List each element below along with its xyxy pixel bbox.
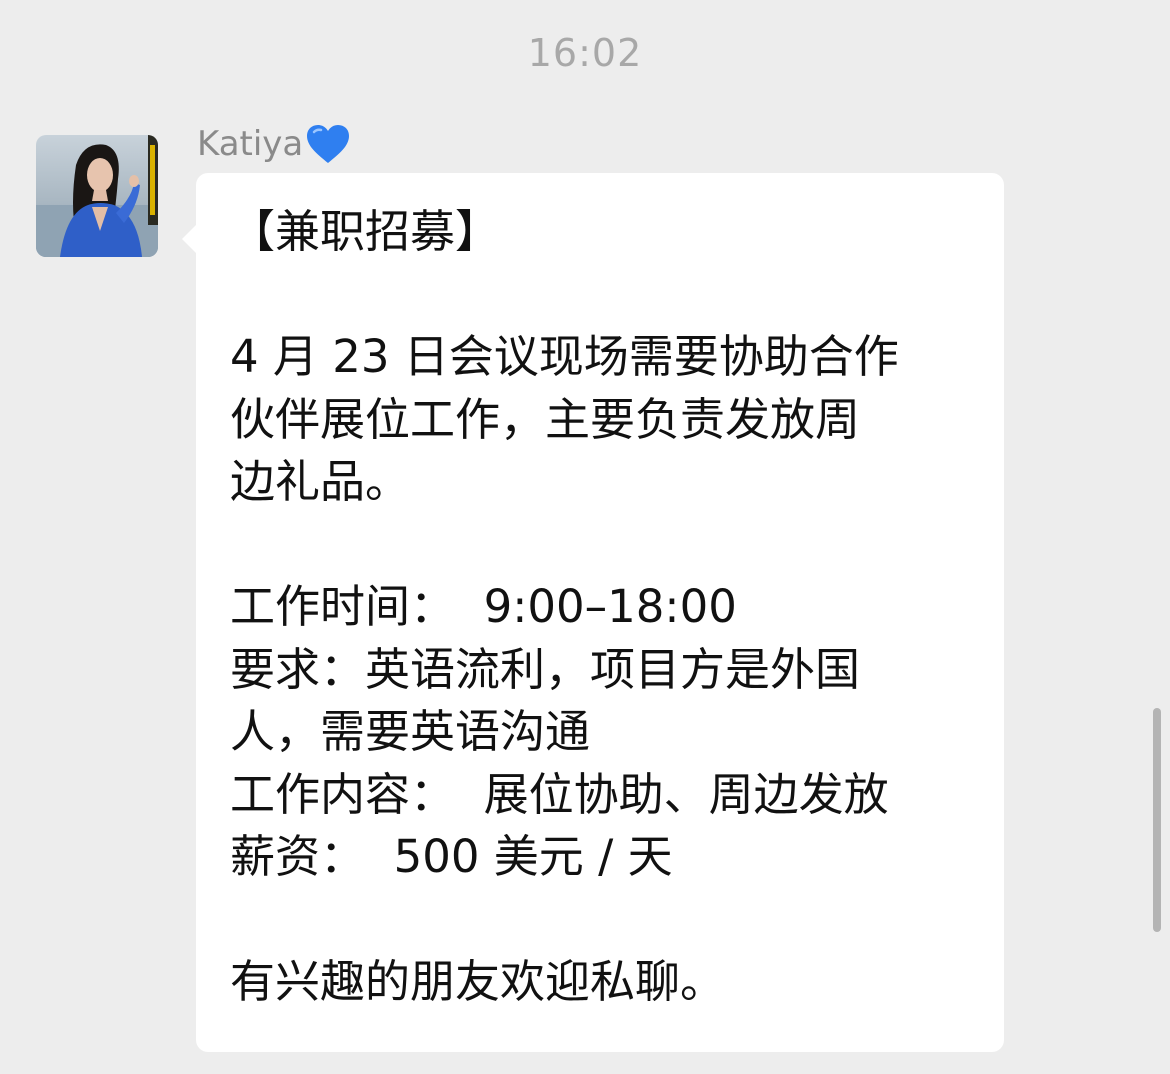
message-line: 伙伴展位工作，主要负责发放周: [230, 392, 861, 446]
chat-screen: 16:02 Katiya 【兼职招募】 4 月 23 日会议现场需要协助合作 伙…: [0, 0, 1170, 1074]
message-timestamp: 16:02: [527, 31, 643, 75]
message-line: 工作时间： 9:00–18:00: [230, 580, 737, 633]
blue-heart-icon: [305, 123, 351, 165]
message-line: 【兼职招募】: [230, 205, 501, 258]
message-bubble[interactable]: 【兼职招募】 4 月 23 日会议现场需要协助合作 伙伴展位工作，主要负责发放周…: [182, 173, 1004, 1052]
message-line: [230, 889, 970, 952]
message-line: 4 月 23 日会议现场需要协助合作: [230, 330, 899, 383]
sender-name-row: Katiya: [197, 120, 351, 168]
message-body: 【兼职招募】 4 月 23 日会议现场需要协助合作 伙伴展位工作，主要负责发放周…: [230, 201, 970, 1014]
sender-avatar[interactable]: [36, 135, 158, 257]
sender-name: Katiya: [197, 124, 304, 164]
scrollbar-thumb[interactable]: [1153, 708, 1161, 932]
avatar-photo: [36, 135, 158, 257]
message-line: [230, 514, 970, 577]
message-line: 有兴趣的朋友欢迎私聊。: [230, 955, 726, 1008]
message-line: 薪资： 500 美元 / 天: [230, 830, 673, 883]
message-line: [230, 264, 970, 327]
message-line: 边礼品。: [230, 455, 411, 508]
bubble-tail: [182, 225, 196, 253]
message-line: 工作内容： 展位协助、周边发放: [230, 767, 889, 821]
message-line: 人，需要英语沟通: [230, 705, 591, 758]
message-line: 要求：英语流利，项目方是外国: [230, 642, 861, 696]
